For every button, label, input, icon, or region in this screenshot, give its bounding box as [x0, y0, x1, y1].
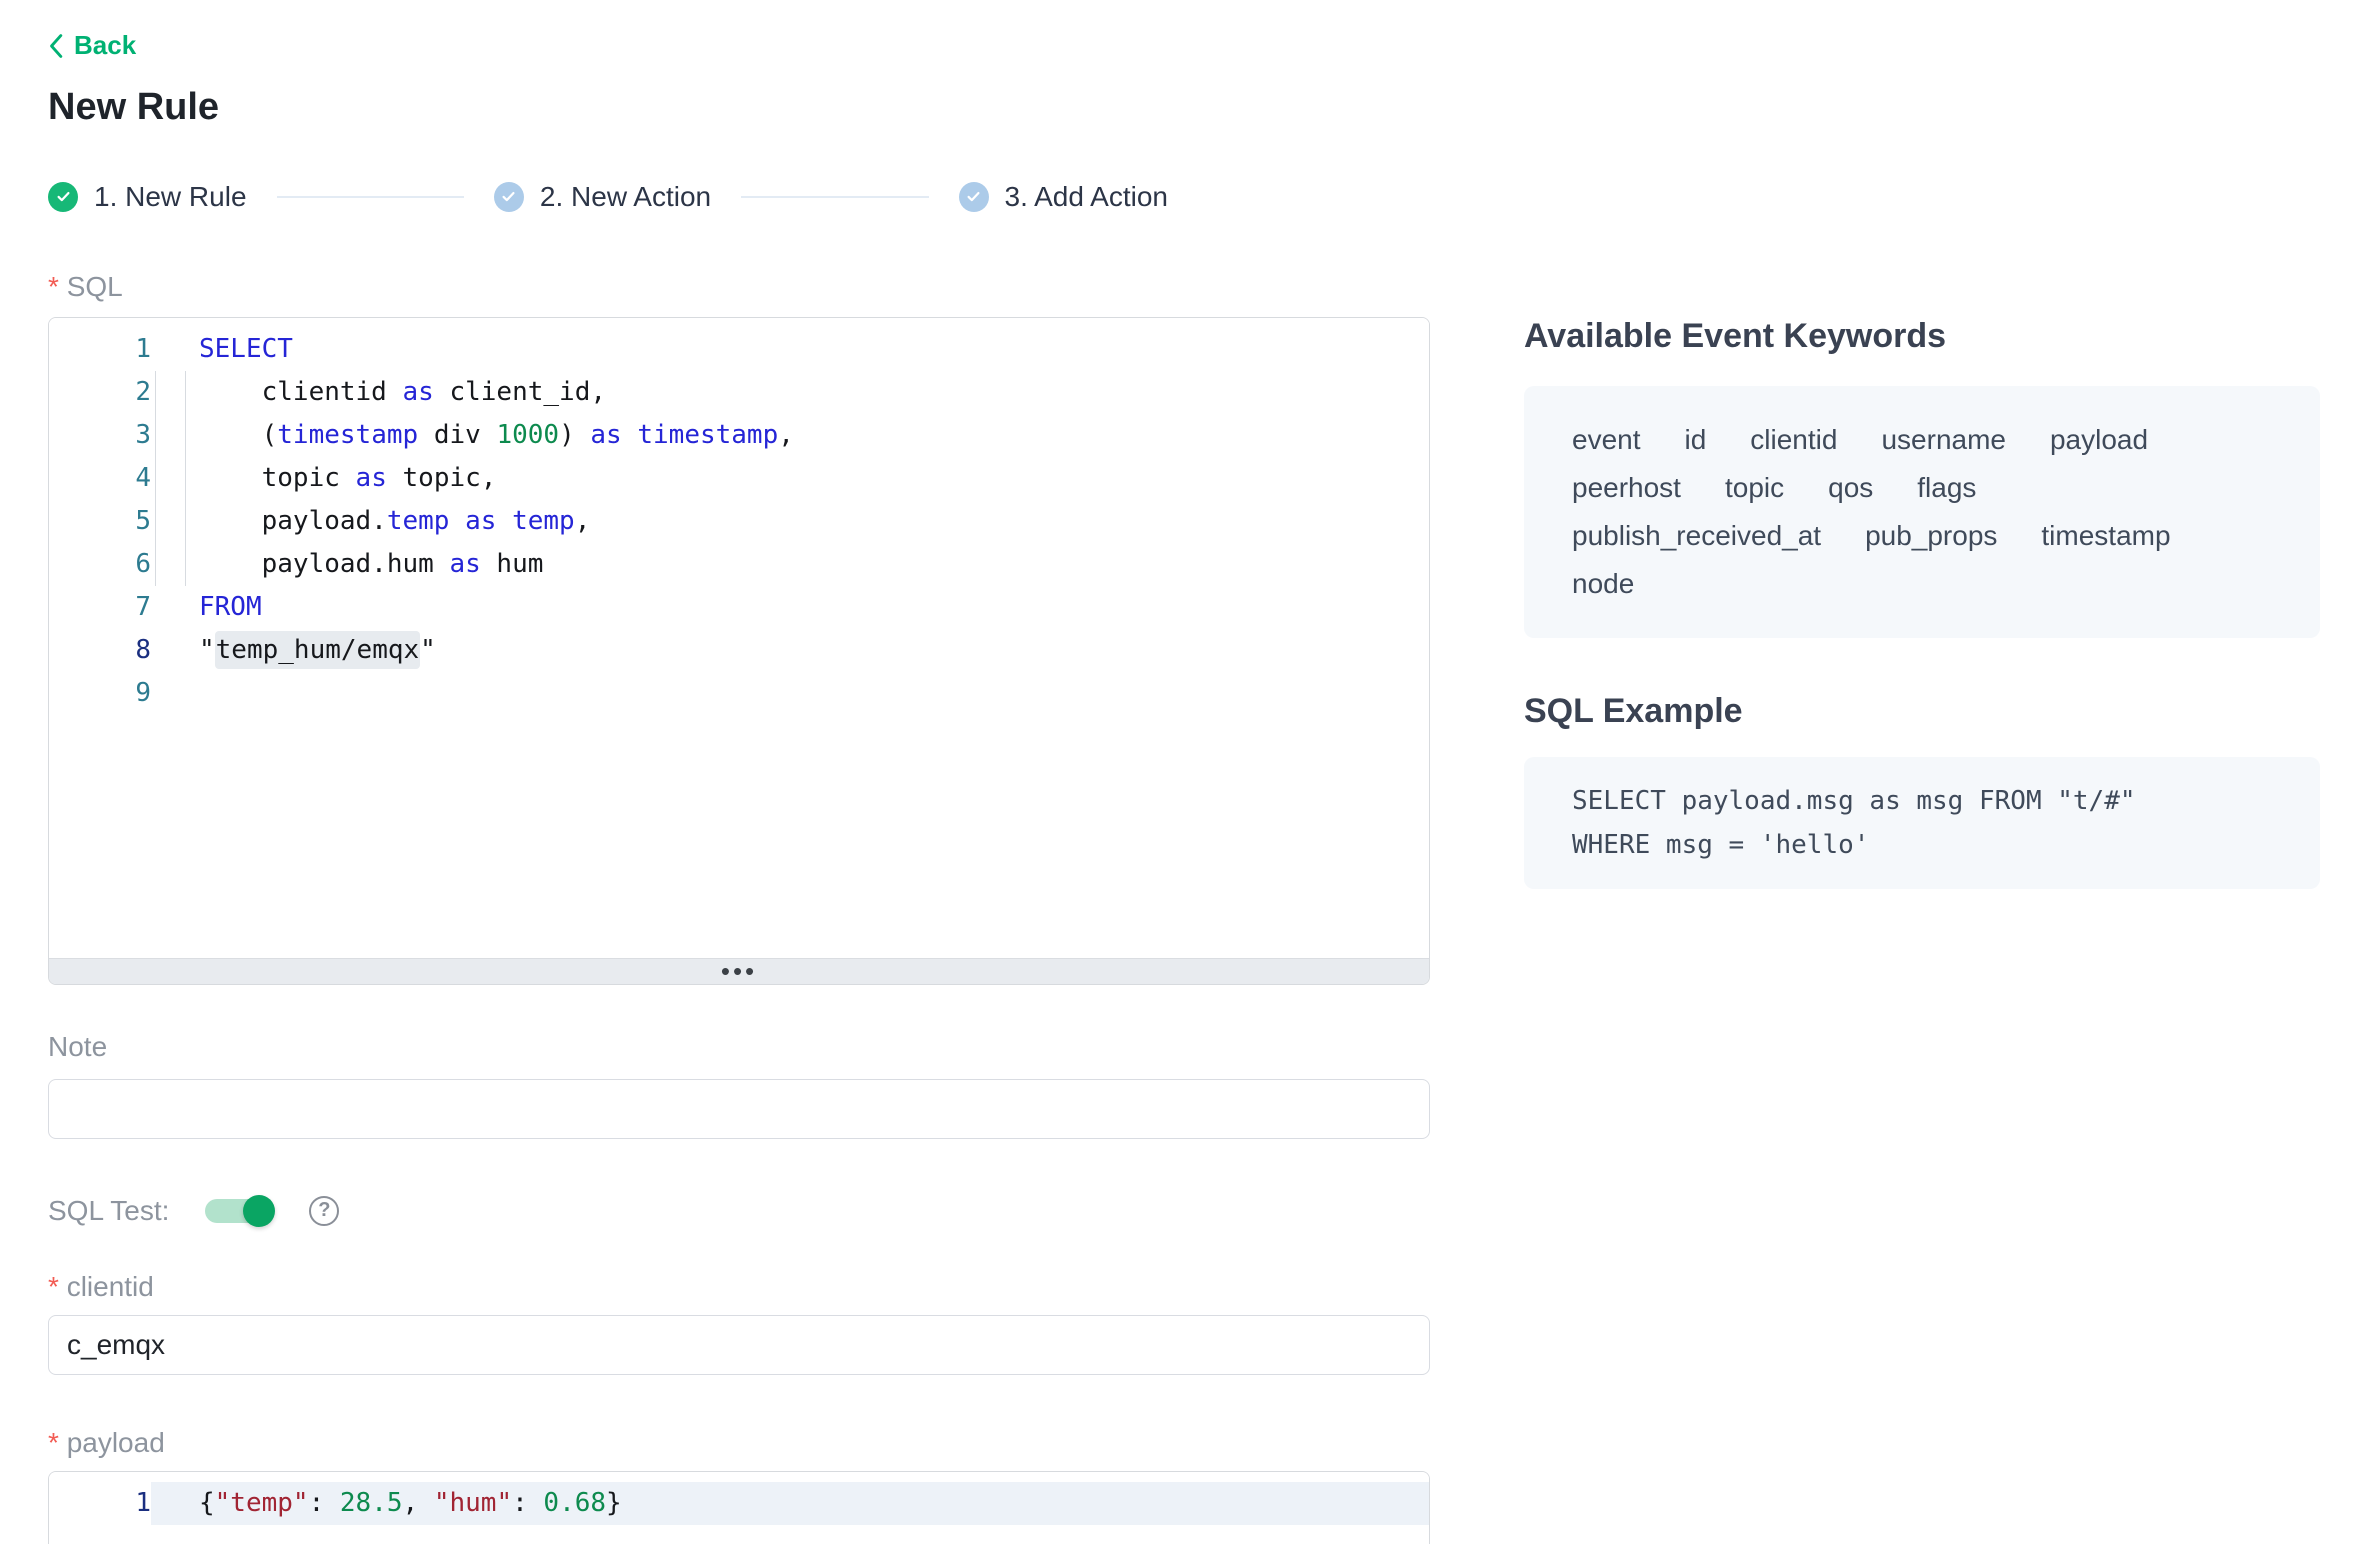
- step-check-icon: [494, 182, 524, 212]
- new-rule-page: Back New Rule 1. New Rule 2. New Action …: [0, 0, 2356, 1568]
- clientid-input[interactable]: [48, 1315, 1430, 1375]
- step-label: 1. New Rule: [94, 181, 247, 213]
- step-add-action: 3. Add Action: [959, 181, 1168, 213]
- step-label: 3. Add Action: [1005, 181, 1168, 213]
- code-text: (timestamp div 1000) as timestamp,: [151, 414, 1429, 457]
- line-number: 8: [49, 635, 151, 665]
- code-line[interactable]: 2 clientid as client_id,: [49, 371, 1429, 414]
- sql-code-area[interactable]: 1SELECT2 clientid as client_id,3 (timest…: [49, 318, 1429, 958]
- back-link[interactable]: Back: [48, 30, 136, 61]
- step-connector: [277, 196, 464, 198]
- event-keyword: id: [1685, 416, 1707, 464]
- help-icon[interactable]: ?: [309, 1196, 339, 1226]
- event-keyword: clientid: [1750, 416, 1837, 464]
- note-field-label: Note: [48, 1031, 1430, 1063]
- code-line[interactable]: 3 (timestamp div 1000) as timestamp,: [49, 414, 1429, 457]
- step-connector: [741, 196, 928, 198]
- sql-field-label: SQL: [48, 271, 1430, 303]
- editor-resize-handle[interactable]: •••: [49, 958, 1429, 984]
- note-input[interactable]: [48, 1079, 1430, 1139]
- step-new-rule: 1. New Rule: [48, 181, 247, 213]
- code-line[interactable]: 5 payload.temp as temp,: [49, 500, 1429, 543]
- indent-guide: [155, 371, 156, 586]
- event-keyword: publish_received_at: [1572, 512, 1821, 560]
- sql-example-line: WHERE msg = 'hello': [1572, 823, 2272, 867]
- event-keyword: qos: [1828, 464, 1873, 512]
- chevron-left-icon: [48, 33, 64, 59]
- keyword-row: publish_received_at pub_props timestamp: [1572, 512, 2272, 560]
- keywords-panel: eventid clientid username payload peerhost to…: [1524, 386, 2320, 638]
- code-text: {"temp": 28.5, "hum": 0.68}: [151, 1482, 1429, 1525]
- line-number: 4: [49, 463, 151, 493]
- event-keyword: topic: [1725, 464, 1784, 512]
- sql-example-line: SELECT payload.msg as msg FROM "t/#": [1572, 779, 2272, 823]
- event-keyword: pub_props: [1865, 512, 1997, 560]
- event-keyword: payload: [2050, 416, 2148, 464]
- event-keyword: peerhost: [1572, 464, 1681, 512]
- event-keyword: timestamp: [2041, 512, 2170, 560]
- line-number: 6: [49, 549, 151, 579]
- code-text: clientid as client_id,: [151, 371, 1429, 414]
- keywords-heading: Available Event Keywords: [1524, 317, 2324, 356]
- line-number: 7: [49, 592, 151, 622]
- event-keyword: flags: [1917, 464, 1976, 512]
- line-number: 9: [49, 678, 151, 708]
- event-keyword: node: [1572, 560, 1634, 608]
- step-check-icon: [959, 182, 989, 212]
- line-number: 1: [49, 1488, 151, 1518]
- sql-example-panel: SELECT payload.msg as msg FROM "t/#"WHER…: [1524, 757, 2320, 889]
- code-text: payload.hum as hum: [151, 543, 1429, 586]
- code-line[interactable]: 9: [49, 672, 1429, 715]
- step-new-action: 2. New Action: [494, 181, 711, 213]
- payload-code-editor[interactable]: 1{"temp": 28.5, "hum": 0.68}: [48, 1471, 1430, 1544]
- code-line[interactable]: 1{"temp": 28.5, "hum": 0.68}: [49, 1482, 1429, 1525]
- keyword-row: peerhost topic qos flags: [1572, 464, 2272, 512]
- keyword-row: eventid clientid username payload: [1572, 416, 2272, 464]
- code-line[interactable]: 1SELECT: [49, 328, 1429, 371]
- step-check-icon: [48, 182, 78, 212]
- keyword-row: node: [1572, 560, 2272, 608]
- code-line[interactable]: 8"temp_hum/emqx": [49, 629, 1429, 672]
- line-number: 3: [49, 420, 151, 450]
- code-text: FROM: [151, 586, 1429, 629]
- step-label: 2. New Action: [540, 181, 711, 213]
- page-title: New Rule: [48, 86, 2356, 129]
- event-keyword: username: [1881, 416, 2006, 464]
- payload-code-area[interactable]: 1{"temp": 28.5, "hum": 0.68}: [49, 1472, 1429, 1544]
- code-text: topic as topic,: [151, 457, 1429, 500]
- payload-field-label: payload: [48, 1427, 1430, 1459]
- event-keyword: event: [1572, 416, 1641, 464]
- clientid-field-label: clientid: [48, 1271, 1430, 1303]
- code-text: "temp_hum/emqx": [151, 629, 1429, 672]
- line-number: 5: [49, 506, 151, 536]
- back-label: Back: [74, 30, 136, 61]
- code-line[interactable]: 4 topic as topic,: [49, 457, 1429, 500]
- toggle-knob: [243, 1195, 275, 1227]
- indent-guide: [185, 371, 186, 586]
- line-number: 2: [49, 377, 151, 407]
- code-line[interactable]: 7FROM: [49, 586, 1429, 629]
- drag-dots-icon: •••: [721, 961, 757, 981]
- code-text: payload.temp as temp,: [151, 500, 1429, 543]
- code-text: [151, 672, 1429, 715]
- step-wizard: 1. New Rule 2. New Action 3. Add Action: [48, 181, 1168, 213]
- sql-example-heading: SQL Example: [1524, 692, 2324, 731]
- code-line[interactable]: 6 payload.hum as hum: [49, 543, 1429, 586]
- help-sidebar: Available Event Keywords eventid clientid…: [1524, 213, 2324, 889]
- sql-test-toggle[interactable]: [205, 1199, 273, 1223]
- line-number: 1: [49, 334, 151, 364]
- code-text: SELECT: [151, 328, 1429, 371]
- sql-test-label: SQL Test:: [48, 1195, 169, 1227]
- sql-code-editor[interactable]: 1SELECT2 clientid as client_id,3 (timest…: [48, 317, 1430, 985]
